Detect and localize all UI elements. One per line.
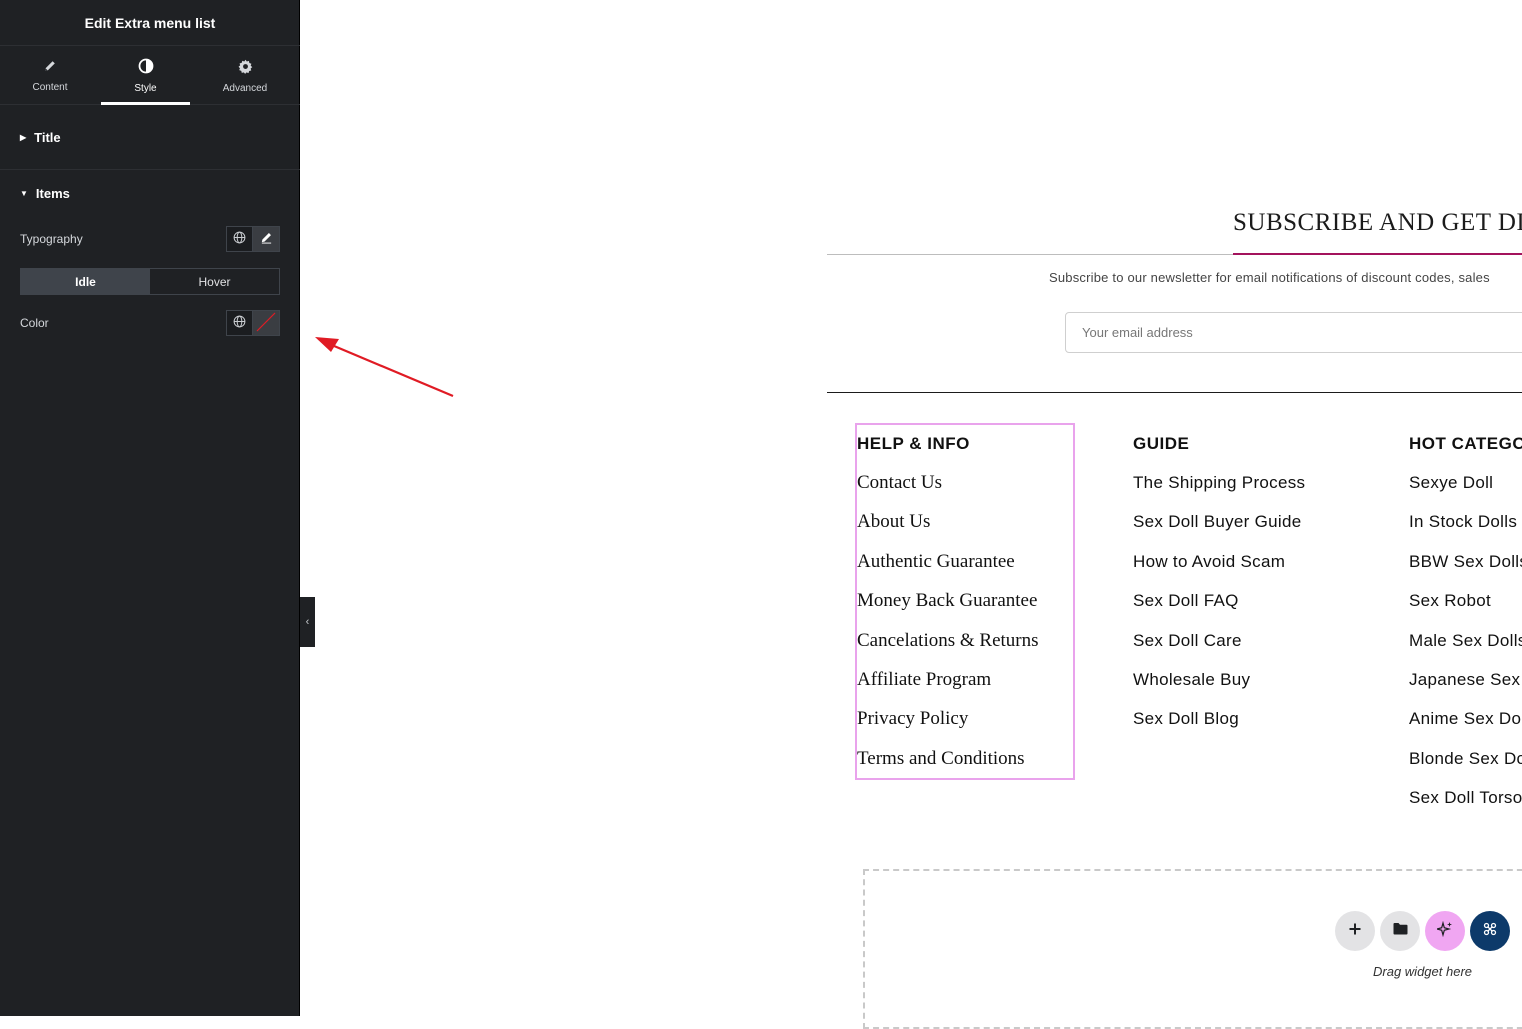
editor-panel: Edit Extra menu list Content Style Advan… xyxy=(0,0,300,1016)
ai-generate-button[interactable] xyxy=(1425,911,1465,951)
subscribe-heading-underline xyxy=(1233,253,1522,255)
menu-link-money-back-guarantee[interactable]: Money Back Guarantee xyxy=(857,590,1039,629)
drag-widget-hint: Drag widget here xyxy=(1373,964,1472,979)
section-title-label: Title xyxy=(34,130,61,145)
globe-icon xyxy=(233,231,246,247)
plus-icon xyxy=(1348,922,1362,941)
menu-link-authentic-guarantee[interactable]: Authentic Guarantee xyxy=(857,551,1039,590)
globe-icon xyxy=(233,315,246,331)
widget-drop-zone[interactable] xyxy=(863,869,1522,1029)
guide-menu: The Shipping Process Sex Doll Buyer Guid… xyxy=(1133,473,1305,749)
color-control: Color xyxy=(20,310,280,336)
subscribe-heading: SUBSCRIBE AND GET DIS xyxy=(1233,209,1522,236)
menu-link-wholesale[interactable]: Wholesale Buy xyxy=(1133,670,1305,709)
menu-link-category[interactable]: Anime Sex Do xyxy=(1409,709,1522,748)
menu-link-contact-us[interactable]: Contact Us xyxy=(857,472,1039,511)
menu-link-avoid-scam[interactable]: How to Avoid Scam xyxy=(1133,552,1305,591)
menu-link-category[interactable]: Sexye Doll xyxy=(1409,473,1522,512)
caret-right-icon: ▶ xyxy=(20,133,27,142)
add-template-button[interactable] xyxy=(1380,911,1420,951)
state-hover-button[interactable]: Hover xyxy=(150,269,279,294)
annotation-arrow xyxy=(315,337,454,398)
menu-link-category[interactable]: Sex Doll Torso xyxy=(1409,788,1522,827)
folder-icon xyxy=(1393,922,1408,940)
menu-link-buyer-guide[interactable]: Sex Doll Buyer Guide xyxy=(1133,512,1305,551)
chevron-left-icon: ‹ xyxy=(305,616,310,628)
tab-advanced[interactable]: Advanced xyxy=(200,47,290,105)
collapse-panel-button[interactable]: ‹ xyxy=(300,597,315,647)
menu-link-affiliate-program[interactable]: Affiliate Program xyxy=(857,669,1039,708)
typography-label: Typography xyxy=(20,232,83,246)
brand-kit-button[interactable] xyxy=(1470,911,1510,951)
help-info-menu: Contact Us About Us Authentic Guarantee … xyxy=(857,472,1039,787)
menu-link-faq[interactable]: Sex Doll FAQ xyxy=(1133,591,1305,630)
add-section-button[interactable] xyxy=(1335,911,1375,951)
hot-categories-menu: Sexye Doll In Stock Dolls BBW Sex Dolls … xyxy=(1409,473,1522,828)
state-toggle: Idle Hover xyxy=(20,268,280,295)
brand-logo-icon xyxy=(1483,922,1497,941)
sparkles-icon xyxy=(1434,920,1453,942)
column-heading-help-info: HELP & INFO xyxy=(857,434,970,453)
menu-link-category[interactable]: Blonde Sex Dc xyxy=(1409,749,1522,788)
menu-link-terms-conditions[interactable]: Terms and Conditions xyxy=(857,748,1039,787)
subscribe-description: Subscribe to our newsletter for email no… xyxy=(1049,270,1490,285)
gear-icon xyxy=(238,59,253,78)
menu-link-blog[interactable]: Sex Doll Blog xyxy=(1133,709,1305,748)
menu-link-cancelations-returns[interactable]: Cancelations & Returns xyxy=(857,630,1039,669)
pencil-icon xyxy=(260,231,273,247)
column-heading-hot-categories: HOT CATEGOR xyxy=(1409,434,1522,453)
email-input[interactable] xyxy=(1065,312,1522,353)
menu-link-category[interactable]: In Stock Dolls xyxy=(1409,512,1522,551)
global-color-button[interactable] xyxy=(226,310,253,336)
tab-advanced-label: Advanced xyxy=(222,82,268,94)
section-items-label: Items xyxy=(35,185,70,201)
menu-link-category[interactable]: Japanese Sex xyxy=(1409,670,1522,709)
footer-divider xyxy=(827,392,1522,393)
section-title-toggle[interactable]: ▶ Title xyxy=(0,106,300,170)
pencil-icon xyxy=(43,59,57,77)
color-picker-swatch[interactable] xyxy=(253,310,280,336)
typography-control: Typography xyxy=(20,226,280,252)
no-color-icon xyxy=(256,312,276,335)
column-heading-guide: GUIDE xyxy=(1133,434,1190,453)
menu-link-shipping-process[interactable]: The Shipping Process xyxy=(1133,473,1305,512)
color-label: Color xyxy=(20,316,49,330)
contrast-icon xyxy=(138,58,154,78)
menu-link-category[interactable]: BBW Sex Dolls xyxy=(1409,552,1522,591)
menu-link-about-us[interactable]: About Us xyxy=(857,511,1039,550)
section-items-toggle[interactable]: ▼ Items xyxy=(0,170,300,216)
panel-tabs: Content Style Advanced xyxy=(0,47,300,105)
tab-style[interactable]: Style xyxy=(101,47,190,105)
tab-style-label: Style xyxy=(134,83,157,94)
caret-down-icon: ▼ xyxy=(20,188,28,198)
menu-link-care[interactable]: Sex Doll Care xyxy=(1133,631,1305,670)
tab-content-label: Content xyxy=(32,82,68,93)
panel-title: Edit Extra menu list xyxy=(0,0,300,46)
menu-link-category[interactable]: Sex Robot xyxy=(1409,591,1522,630)
menu-link-category[interactable]: Male Sex Dolls xyxy=(1409,631,1522,670)
edit-typography-button[interactable] xyxy=(253,226,280,252)
tab-content[interactable]: Content xyxy=(5,47,95,105)
global-typography-button[interactable] xyxy=(226,226,253,252)
state-idle-button[interactable]: Idle xyxy=(21,269,150,294)
menu-link-privacy-policy[interactable]: Privacy Policy xyxy=(857,708,1039,747)
